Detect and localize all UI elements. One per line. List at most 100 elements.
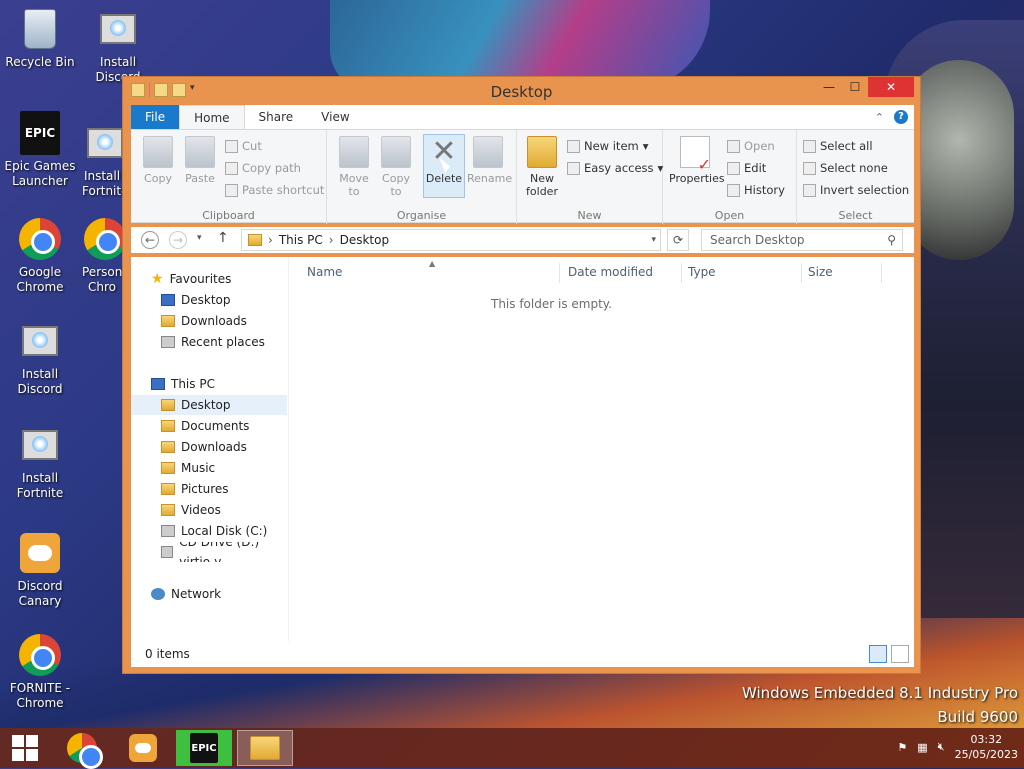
select-all-button[interactable]: Select all xyxy=(803,136,873,156)
file-explorer-icon xyxy=(250,736,280,760)
select-none-button[interactable]: Select none xyxy=(803,158,888,178)
empty-folder-message: This folder is empty. xyxy=(491,297,612,311)
desktop-icon-install-discord[interactable]: Install Discord xyxy=(78,6,158,85)
desktop-icon-epic-games[interactable]: EPIC Epic Games Launcher xyxy=(0,110,80,189)
recycle-bin-icon xyxy=(24,9,56,49)
desktop-icon-recycle-bin[interactable]: Recycle Bin xyxy=(0,6,80,70)
properties-button[interactable]: Properties xyxy=(669,136,725,185)
status-bar: 0 items xyxy=(131,641,914,667)
group-new: New folder New item ▾ Easy access ▾ New xyxy=(517,130,663,224)
large-icons-view-button[interactable] xyxy=(891,645,909,663)
tab-share[interactable]: Share xyxy=(245,105,308,129)
refresh-button[interactable]: ⟳ xyxy=(667,229,689,251)
desktop-icon-person-chrome-partial[interactable]: Person Chro xyxy=(82,216,122,295)
nav-fav-recent-places[interactable]: Recent places xyxy=(161,332,265,352)
clock[interactable]: 03:32 25/05/2023 xyxy=(955,732,1018,762)
column-size[interactable]: Size xyxy=(808,265,833,279)
forward-button[interactable]: → xyxy=(169,231,187,249)
nav-pc-documents[interactable]: Documents xyxy=(161,416,249,436)
system-tray: ⚑ ▦ 🔇︎ 03:32 25/05/2023 xyxy=(897,732,1018,762)
scissors-icon xyxy=(225,139,238,153)
tab-file[interactable]: File xyxy=(131,105,180,129)
recent-locations-icon[interactable]: ▾ xyxy=(197,233,202,243)
desktop-folder-icon xyxy=(161,399,175,411)
breadcrumb[interactable]: › This PC › Desktop ▾ xyxy=(241,229,661,251)
chrome-icon xyxy=(84,218,122,260)
nav-network[interactable]: Network xyxy=(151,584,221,604)
nav-favourites[interactable]: ★ Favourites xyxy=(151,269,231,289)
nav-pc-videos[interactable]: Videos xyxy=(161,500,221,520)
nav-fav-desktop[interactable]: Desktop xyxy=(161,290,231,310)
nav-pc-cd-drive[interactable]: CD Drive (D:) virtio-v xyxy=(161,542,287,562)
desktop-icon-google-chrome[interactable]: Google Chrome xyxy=(0,216,80,295)
desktop-icon-install-fortnite-partial[interactable]: Install Fortnite xyxy=(82,120,122,199)
open-button[interactable]: Open xyxy=(727,136,775,156)
desktop-icon-fornite-chrome[interactable]: FORNITE - Chrome xyxy=(0,632,80,711)
minimize-button[interactable]: — xyxy=(816,77,842,97)
nav-pc-local-disk[interactable]: Local Disk (C:) xyxy=(161,521,267,541)
breadcrumb-desktop[interactable]: Desktop xyxy=(340,233,390,247)
rename-button[interactable]: Rename xyxy=(467,136,512,185)
new-folder-button[interactable]: New folder xyxy=(521,136,563,198)
breadcrumb-this-pc[interactable]: This PC xyxy=(279,233,323,247)
nav-pc-music[interactable]: Music xyxy=(161,458,215,478)
title-bar[interactable]: ▾ Desktop — ☐ ✕ xyxy=(123,77,920,105)
nav-pc-desktop[interactable]: Desktop xyxy=(131,395,287,415)
chevron-down-icon[interactable]: ▾ xyxy=(651,235,656,245)
installer-icon xyxy=(22,430,58,460)
group-label-organise: Organise xyxy=(396,209,447,222)
column-headers: ▲ Name Date modified Type Size xyxy=(301,259,914,285)
nav-fav-downloads[interactable]: Downloads xyxy=(161,311,247,331)
nav-pc-downloads[interactable]: Downloads xyxy=(161,437,247,457)
column-name[interactable]: Name xyxy=(307,265,342,279)
network-icon xyxy=(151,588,165,600)
taskbar-epic-games[interactable]: EPIC xyxy=(176,730,232,766)
history-button[interactable]: History xyxy=(727,180,785,200)
maximize-button[interactable]: ☐ xyxy=(842,77,868,97)
easy-access-button[interactable]: Easy access ▾ xyxy=(567,158,663,178)
taskbar-chrome[interactable] xyxy=(54,730,110,769)
copy-to-button[interactable]: Copy to xyxy=(375,136,417,198)
group-label-open: Open xyxy=(714,209,745,222)
desktop-icon-install-discord-2[interactable]: Install Discord xyxy=(0,318,80,397)
copy-path-button[interactable]: Copy path xyxy=(225,158,301,178)
column-type[interactable]: Type xyxy=(688,265,716,279)
nav-pc-pictures[interactable]: Pictures xyxy=(161,479,229,499)
copy-button[interactable]: Copy xyxy=(137,136,179,185)
taskbar-file-explorer[interactable] xyxy=(237,730,293,766)
details-view-button[interactable] xyxy=(869,645,887,663)
tab-home[interactable]: Home xyxy=(179,104,245,130)
paste-shortcut-button[interactable]: Paste shortcut xyxy=(225,180,324,200)
action-center-flag-icon[interactable]: ⚑ xyxy=(897,741,907,754)
help-icon[interactable]: ? xyxy=(894,110,908,124)
close-button[interactable]: ✕ xyxy=(868,77,914,97)
tab-view[interactable]: View xyxy=(307,105,363,129)
new-item-button[interactable]: New item ▾ xyxy=(567,136,649,156)
windows-logo-icon xyxy=(12,735,38,761)
navigation-pane: ★ Favourites Desktop Downloads Recent pla… xyxy=(131,257,289,642)
move-to-button[interactable]: Move to xyxy=(333,136,375,198)
network-icon[interactable]: ▦ xyxy=(917,741,927,754)
copy-to-icon xyxy=(381,136,411,168)
search-input[interactable]: Search Desktop xyxy=(701,229,903,251)
epic-games-icon: EPIC xyxy=(190,733,218,763)
start-button[interactable] xyxy=(0,730,50,766)
up-arrow-icon[interactable]: ↑ xyxy=(217,230,229,246)
volume-muted-icon[interactable]: 🔇︎ xyxy=(938,740,945,754)
column-date-modified[interactable]: Date modified xyxy=(568,265,653,279)
desktop-icon-discord-canary[interactable]: Discord Canary xyxy=(0,530,80,609)
taskbar-discord[interactable] xyxy=(115,730,171,766)
nav-this-pc[interactable]: This PC xyxy=(151,374,215,394)
desktop-icon-install-fortnite[interactable]: Install Fortnite xyxy=(0,422,80,501)
group-clipboard: Copy Paste Cut Copy path Paste shortcut … xyxy=(131,130,327,224)
paste-button[interactable]: Paste xyxy=(179,136,221,185)
cut-button[interactable]: Cut xyxy=(225,136,262,156)
back-button[interactable]: ← xyxy=(141,231,159,249)
new-folder-icon xyxy=(527,136,557,168)
group-select: Select all Select none Invert selection … xyxy=(797,130,914,224)
chevron-up-icon[interactable]: ⌃ xyxy=(875,111,884,124)
sort-ascending-icon: ▲ xyxy=(429,259,436,268)
edit-button[interactable]: Edit xyxy=(727,158,766,178)
explorer-window: ▾ Desktop — ☐ ✕ File Home Share View ⌃ ?… xyxy=(122,76,921,674)
invert-selection-button[interactable]: Invert selection xyxy=(803,180,909,200)
